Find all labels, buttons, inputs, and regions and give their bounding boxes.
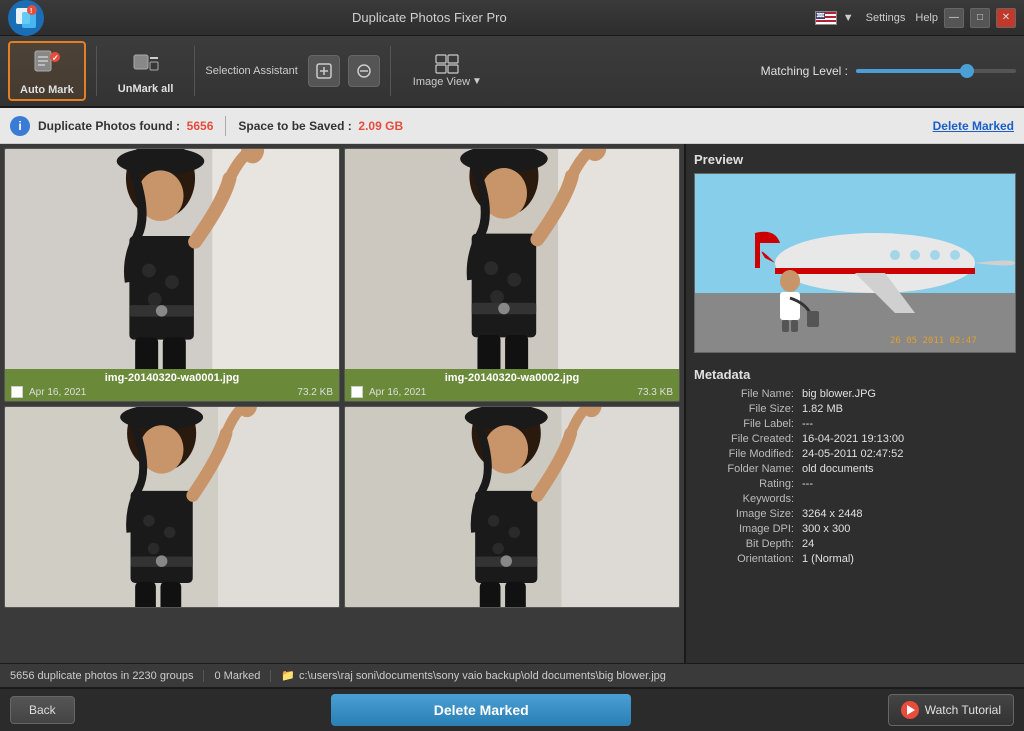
metadata-section: Metadata File Name:big blower.JPG File Si… — [686, 361, 1024, 663]
maximize-button[interactable]: □ — [970, 8, 990, 28]
duplicate-found-label: Duplicate Photos found : 5656 — [38, 119, 213, 133]
auto-mark-button[interactable]: ✓ Auto Mark — [8, 41, 86, 101]
back-button[interactable]: Back — [10, 696, 75, 724]
preview-title: Preview — [694, 152, 1016, 167]
photo-image-1 — [5, 149, 339, 369]
image-view-dropdown-icon: ▼ — [472, 76, 482, 87]
matching-level-slider[interactable] — [856, 69, 1016, 73]
space-value: 2.09 GB — [358, 119, 403, 133]
app-logo: ! — [8, 0, 44, 36]
photo-date-2: Apr 16, 2021 — [369, 387, 426, 398]
metadata-row: File Size:1.82 MB — [694, 403, 1016, 415]
watch-tutorial-button[interactable]: Watch Tutorial — [888, 694, 1014, 726]
metadata-row: Rating:--- — [694, 478, 1016, 490]
metadata-row: Image DPI:300 x 300 — [694, 523, 1016, 535]
info-bar: i Duplicate Photos found : 5656 Space to… — [0, 108, 1024, 144]
toolbar-divider-2 — [194, 46, 195, 96]
folder-icon: 📁 — [281, 669, 295, 682]
photo-image-4 — [345, 407, 679, 607]
image-view-label: Image View — [413, 76, 470, 88]
svg-text:26 05 2011 02:47: 26 05 2011 02:47 — [890, 336, 977, 346]
preview-image: 26 05 2011 02:47 — [694, 173, 1016, 353]
dropdown-arrow[interactable]: ▼ — [843, 12, 854, 24]
main-area: img-20140320-wa0001.jpg Apr 16, 2021 73.… — [0, 144, 1024, 663]
metadata-row: File Created:16-04-2021 19:13:00 — [694, 433, 1016, 445]
flag-icon — [815, 11, 837, 25]
photo-image-3 — [5, 407, 339, 607]
svg-text:!: ! — [30, 8, 32, 15]
photo-info-2: img-20140320-wa0002.jpg Apr 16, 2021 73.… — [345, 369, 679, 401]
photo-card-2[interactable]: img-20140320-wa0002.jpg Apr 16, 2021 73.… — [344, 148, 680, 402]
metadata-row: File Modified:24-05-2011 02:47:52 — [694, 448, 1016, 460]
toolbar-divider-3 — [390, 46, 391, 96]
auto-mark-label: Auto Mark — [20, 84, 74, 96]
minimize-button[interactable]: — — [944, 8, 964, 28]
status-path: 📁 c:\users\raj soni\documents\sony vaio … — [271, 669, 666, 682]
photo-image-2 — [345, 149, 679, 369]
svg-text:✓: ✓ — [52, 53, 59, 62]
preview-section: Preview — [686, 144, 1024, 361]
photos-panel: img-20140320-wa0001.jpg Apr 16, 2021 73.… — [0, 144, 684, 663]
unmark-all-button[interactable]: UnMark all — [107, 41, 185, 101]
metadata-row: Keywords: — [694, 493, 1016, 505]
matching-level-section: Matching Level : — [761, 64, 1016, 78]
photo-checkbox-2[interactable] — [351, 386, 363, 398]
photo-size-2: 73.3 KB — [637, 387, 673, 398]
unmark-icon — [132, 48, 160, 79]
metadata-row: Folder Name:old documents — [694, 463, 1016, 475]
selection-tool-2[interactable] — [348, 55, 380, 87]
title-bar: ! Duplicate Photos Fixer Pro — [0, 0, 1024, 36]
photo-details-1: Apr 16, 2021 73.2 KB — [11, 386, 333, 398]
metadata-row: File Label:--- — [694, 418, 1016, 430]
photo-checkbox-1[interactable] — [11, 386, 23, 398]
photo-filename-2: img-20140320-wa0002.jpg — [351, 372, 673, 384]
metadata-row: File Name:big blower.JPG — [694, 388, 1016, 400]
app-title: Duplicate Photos Fixer Pro — [44, 10, 815, 25]
play-triangle — [907, 705, 915, 715]
duplicate-count: 5656 — [187, 119, 214, 133]
help-link[interactable]: Help — [915, 12, 938, 24]
photo-filename-1: img-20140320-wa0001.jpg — [11, 372, 333, 384]
status-bar: 5656 duplicate photos in 2230 groups 0 M… — [0, 663, 1024, 687]
selection-tool-1[interactable] — [308, 55, 340, 87]
toolbar-divider-1 — [96, 46, 97, 96]
watch-tutorial-label: Watch Tutorial — [925, 703, 1001, 717]
status-file-path: c:\users\raj soni\documents\sony vaio ba… — [299, 670, 666, 682]
metadata-title: Metadata — [694, 367, 1016, 382]
unmark-all-label: UnMark all — [118, 83, 174, 95]
photo-card-3[interactable] — [4, 406, 340, 608]
bottom-bar: Back Delete Marked Watch Tutorial — [0, 687, 1024, 731]
metadata-row: Orientation:1 (Normal) — [694, 553, 1016, 565]
close-button[interactable]: ✕ — [996, 8, 1016, 28]
status-duplicate-count: 5656 duplicate photos in 2230 groups — [10, 670, 204, 682]
photo-card-1[interactable]: img-20140320-wa0001.jpg Apr 16, 2021 73.… — [4, 148, 340, 402]
info-divider — [225, 116, 226, 136]
photo-date-1: Apr 16, 2021 — [29, 387, 86, 398]
auto-mark-icon: ✓ — [33, 47, 61, 80]
photo-details-2: Apr 16, 2021 73.3 KB — [351, 386, 673, 398]
photo-card-4[interactable] — [344, 406, 680, 608]
photo-size-1: 73.2 KB — [297, 387, 333, 398]
info-icon: i — [10, 116, 30, 136]
selection-assistant-label: Selection Assistant — [205, 65, 297, 77]
status-marked-count: 0 Marked — [204, 670, 271, 682]
image-view-button[interactable]: Image View ▼ — [413, 54, 482, 88]
title-bar-controls: ▼ Settings Help — □ ✕ — [815, 8, 1016, 28]
metadata-row: Bit Depth:24 — [694, 538, 1016, 550]
metadata-row: Image Size:3264 x 2448 — [694, 508, 1016, 520]
play-icon — [901, 701, 919, 719]
metadata-rows: File Name:big blower.JPG File Size:1.82 M… — [694, 388, 1016, 565]
right-panel: Preview — [684, 144, 1024, 663]
photo-info-1: img-20140320-wa0001.jpg Apr 16, 2021 73.… — [5, 369, 339, 401]
space-saved-label: Space to be Saved : 2.09 GB — [238, 119, 403, 133]
matching-level-label: Matching Level : — [761, 64, 848, 78]
delete-marked-link[interactable]: Delete Marked — [933, 119, 1014, 133]
delete-marked-button[interactable]: Delete Marked — [331, 694, 631, 726]
toolbar: ✓ Auto Mark UnMark all Selection Assista… — [0, 36, 1024, 108]
settings-link[interactable]: Settings — [866, 12, 906, 24]
